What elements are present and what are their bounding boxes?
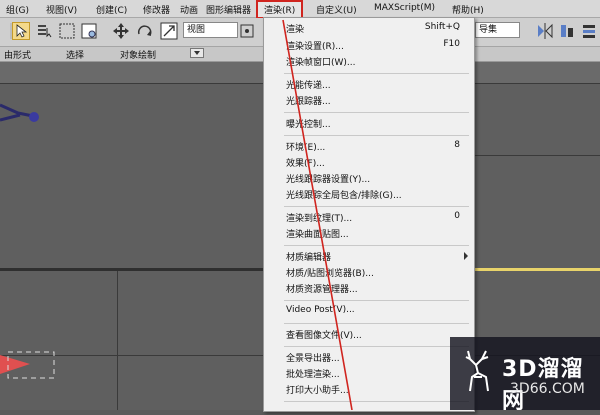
menu-customize[interactable]: 自定义(U) [316, 3, 357, 16]
menu-maxscript[interactable]: MAXScript(M) [374, 3, 435, 13]
ribbon-dropdown-icon[interactable] [190, 48, 204, 61]
menu-item-panorama-exporter[interactable]: 全景导出器... [264, 350, 474, 365]
menu-item-label: 材质编辑器 [286, 253, 332, 263]
scene-object-icon[interactable] [0, 95, 45, 135]
mirror-icon[interactable] [536, 22, 554, 40]
menu-bar: 组(G) 视图(V) 创建(C) 修改器 动画 图形编辑器 渲染(R) 自定义(… [0, 0, 600, 19]
move-icon[interactable] [112, 22, 130, 40]
menu-item-label: 渲染设置(R)... [286, 42, 344, 52]
menu-item-rendered-frame-window[interactable]: 渲染帧窗口(W)... [264, 54, 474, 69]
menu-item-label: 渲染 [286, 25, 305, 35]
menu-item-shortcut: 8 [454, 140, 460, 150]
menu-item-effects[interactable]: 效果(F)... [264, 155, 474, 170]
menu-item-label: 渲染帧窗口(W)... [286, 58, 356, 68]
menu-item-label: 光跟踪器... [286, 97, 331, 107]
menu-separator [284, 245, 469, 246]
menu-item-material-map-browser[interactable]: 材质/贴图浏览器(B)... [264, 265, 474, 280]
named-selection-select[interactable]: 导集 [475, 22, 520, 38]
menu-item-render-setup[interactable]: 渲染设置(R)... F10 [264, 38, 474, 53]
menu-item-label: 光能传递... [286, 81, 331, 91]
ribbon-label-freeform[interactable]: 由形式 [4, 48, 31, 61]
watermark: 3D溜溜网 3D66.COM [450, 337, 600, 414]
menu-item-label: 查看图像文件(V)... [286, 331, 362, 341]
grid-line [117, 271, 118, 410]
menu-separator [284, 73, 469, 74]
scene-gizmo-icon[interactable] [0, 350, 60, 380]
render-dropdown-menu: 渲染 Shift+Q 渲染设置(R)... F10 渲染帧窗口(W)... 光能… [263, 17, 475, 412]
reference-coordinate-select[interactable]: 视图 [183, 22, 238, 38]
ribbon-label-selection[interactable]: 选择 [66, 48, 84, 61]
menu-item-label: 效果(F)... [286, 159, 325, 169]
submenu-arrow-icon [464, 252, 468, 260]
menu-item-material-explorer[interactable]: 材质资源管理器... [264, 281, 474, 296]
menu-item-label: 渲染到纹理(T)... [286, 214, 353, 224]
menu-item-batch-render[interactable]: 批处理渲染... [264, 366, 474, 381]
menu-item-render-surface-map[interactable]: 渲染曲面贴图... [264, 226, 474, 241]
menu-item-shortcut: 0 [454, 211, 460, 221]
menu-item-render-to-texture[interactable]: 渲染到纹理(T)... 0 [264, 210, 474, 225]
layer-manager-icon[interactable] [580, 22, 598, 40]
menu-item-label: 材质资源管理器... [286, 285, 358, 295]
menu-item-raytracer-settings[interactable]: 光线跟踪器设置(Y)... [264, 171, 474, 186]
menu-separator [284, 300, 469, 301]
menu-item-label: 渲染曲面贴图... [286, 230, 349, 240]
menu-group[interactable]: 组(G) [6, 3, 29, 16]
menu-item-print-size-assistant[interactable]: 打印大小助手... [264, 382, 474, 397]
menu-view[interactable]: 视图(V) [46, 3, 77, 16]
menu-item-label: 材质/贴图浏览器(B)... [286, 269, 374, 279]
menu-separator [284, 323, 469, 324]
menu-help[interactable]: 帮助(H) [452, 3, 484, 16]
menu-item-video-post[interactable]: Video Post(V)... [264, 304, 474, 319]
scale-icon[interactable] [160, 22, 178, 40]
menu-item-label: 全景导出器... [286, 354, 340, 364]
select-by-name-icon[interactable] [36, 22, 54, 40]
select-object-icon[interactable] [12, 22, 30, 40]
active-viewport-border [470, 268, 600, 271]
menu-animation[interactable]: 动画 [180, 3, 198, 16]
menu-item-label: Video Post(V)... [286, 305, 355, 315]
menu-item-radiosity[interactable]: 光能传递... [264, 77, 474, 92]
reference-coordinate-value: 视图 [187, 25, 206, 35]
menu-item-light-tracer[interactable]: 光跟踪器... [264, 93, 474, 108]
menu-item-label: 环境(E)... [286, 143, 326, 153]
menu-separator [284, 206, 469, 207]
ribbon-label-object-paint[interactable]: 对象绘制 [120, 48, 156, 61]
window-crossing-icon[interactable] [80, 22, 98, 40]
rotate-icon[interactable] [136, 22, 154, 40]
menu-item-label: 光线跟踪器设置(Y)... [286, 175, 371, 185]
menu-separator [284, 401, 469, 402]
pivot-center-icon[interactable] [238, 22, 256, 40]
menu-create[interactable]: 创建(C) [96, 3, 127, 16]
toolbar-grip [3, 22, 14, 40]
menu-item-exposure-control[interactable]: 曝光控制... [264, 116, 474, 131]
menu-item-environment[interactable]: 环境(E)... 8 [264, 139, 474, 154]
align-icon[interactable] [558, 22, 576, 40]
menu-item-label: 打印大小助手... [286, 386, 349, 396]
menu-separator [284, 346, 469, 347]
named-selection-value: 导集 [479, 25, 498, 35]
menu-item-label: 批处理渲染... [286, 370, 340, 380]
menu-item-material-editor[interactable]: 材质编辑器 [264, 249, 474, 264]
menu-item-shortcut: F10 [443, 39, 460, 49]
rect-selection-icon[interactable] [58, 22, 76, 40]
menu-separator [284, 112, 469, 113]
menu-item-label: 曝光控制... [286, 120, 331, 130]
watermark-site-text: 3D66.COM [510, 381, 585, 397]
menu-item-view-image-file[interactable]: 查看图像文件(V)... [264, 327, 474, 342]
grid-line [474, 155, 600, 156]
menu-item-label: 光线跟踪全局包含/排除(G)... [286, 191, 402, 201]
menu-modifiers[interactable]: 修改器 [143, 3, 170, 16]
deer-logo-icon [465, 350, 489, 392]
menu-graph-editors[interactable]: 图形编辑器 [206, 3, 251, 16]
menu-item-raytrace-global-include-exclude[interactable]: 光线跟踪全局包含/排除(G)... [264, 187, 474, 202]
menu-item-render[interactable]: 渲染 Shift+Q [264, 21, 474, 36]
menu-separator [284, 135, 469, 136]
menu-item-shortcut: Shift+Q [424, 22, 460, 32]
